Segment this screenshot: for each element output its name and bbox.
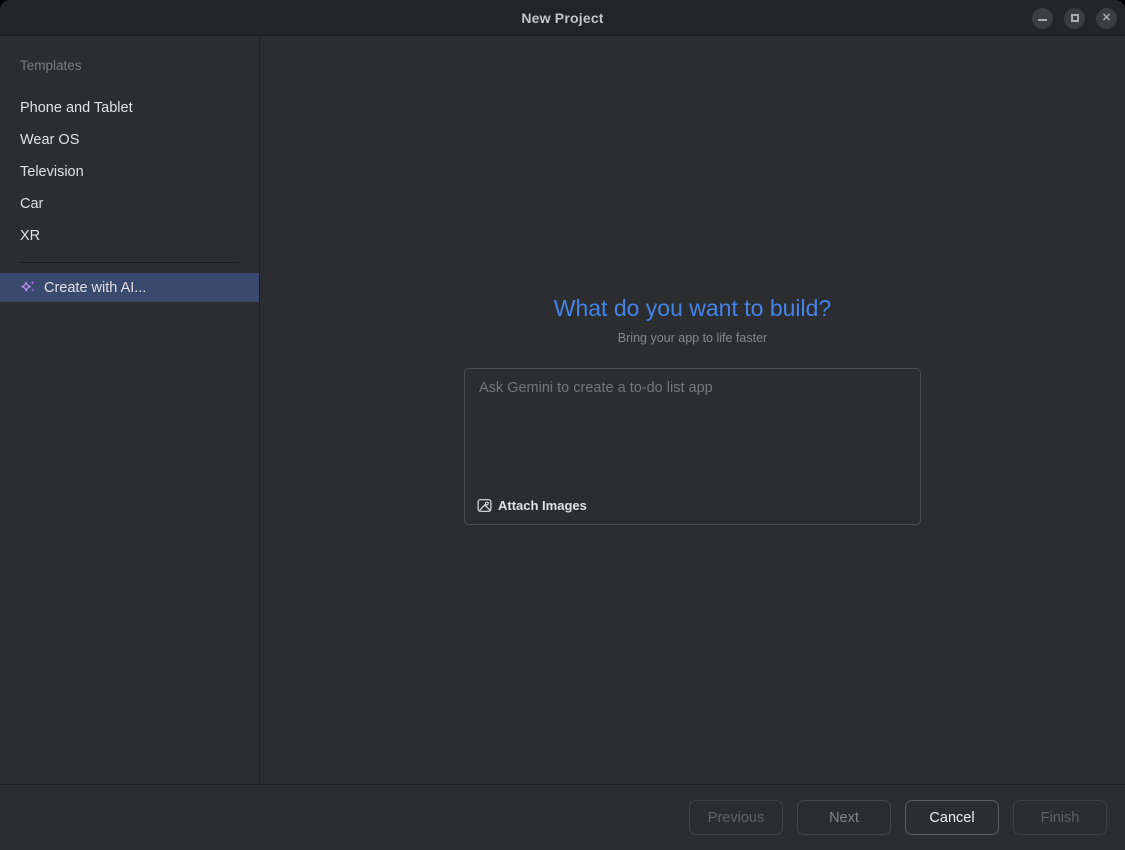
finish-button[interactable]: Finish: [1013, 800, 1107, 835]
page-subtitle: Bring your app to life faster: [618, 331, 767, 345]
titlebar: New Project ✕: [0, 0, 1125, 36]
previous-button[interactable]: Previous: [689, 800, 783, 835]
create-with-ai-panel: What do you want to build? Bring your ap…: [260, 36, 1125, 784]
window-controls: ✕: [1032, 0, 1117, 36]
cancel-button[interactable]: Cancel: [905, 800, 999, 835]
templates-header: Templates: [0, 58, 259, 73]
maximize-button[interactable]: [1064, 8, 1085, 29]
page-title: What do you want to build?: [554, 294, 831, 322]
sidebar-item-create-with-ai[interactable]: Create with AI...: [0, 273, 259, 302]
image-icon: [477, 498, 492, 513]
new-project-dialog: New Project ✕ Templates Phone and Tablet…: [0, 0, 1125, 850]
attach-images-button[interactable]: Attach Images: [465, 498, 599, 524]
maximize-icon: [1071, 14, 1079, 22]
minimize-button[interactable]: [1032, 8, 1053, 29]
sidebar-item-phone-and-tablet[interactable]: Phone and Tablet: [0, 92, 259, 124]
sidebar-divider: [20, 262, 239, 263]
sidebar-item-wear-os[interactable]: Wear OS: [0, 124, 259, 156]
close-button[interactable]: ✕: [1096, 8, 1117, 29]
sidebar-item-label: Create with AI...: [44, 280, 146, 296]
sidebar-item-car[interactable]: Car: [0, 188, 259, 220]
sidebar-item-television[interactable]: Television: [0, 156, 259, 188]
gemini-prompt-box: Attach Images: [464, 368, 921, 525]
gemini-sparkle-icon: [20, 279, 37, 296]
close-icon: ✕: [1102, 13, 1111, 24]
attach-images-label: Attach Images: [498, 498, 587, 513]
dialog-body: Templates Phone and Tablet Wear OS Telev…: [0, 36, 1125, 784]
gemini-prompt-input[interactable]: [465, 369, 920, 498]
minimize-icon: [1038, 19, 1047, 21]
next-button[interactable]: Next: [797, 800, 891, 835]
templates-sidebar: Templates Phone and Tablet Wear OS Telev…: [0, 36, 260, 784]
window-title: New Project: [521, 10, 603, 26]
sidebar-item-xr[interactable]: XR: [0, 220, 259, 252]
wizard-footer: Previous Next Cancel Finish: [0, 784, 1125, 850]
